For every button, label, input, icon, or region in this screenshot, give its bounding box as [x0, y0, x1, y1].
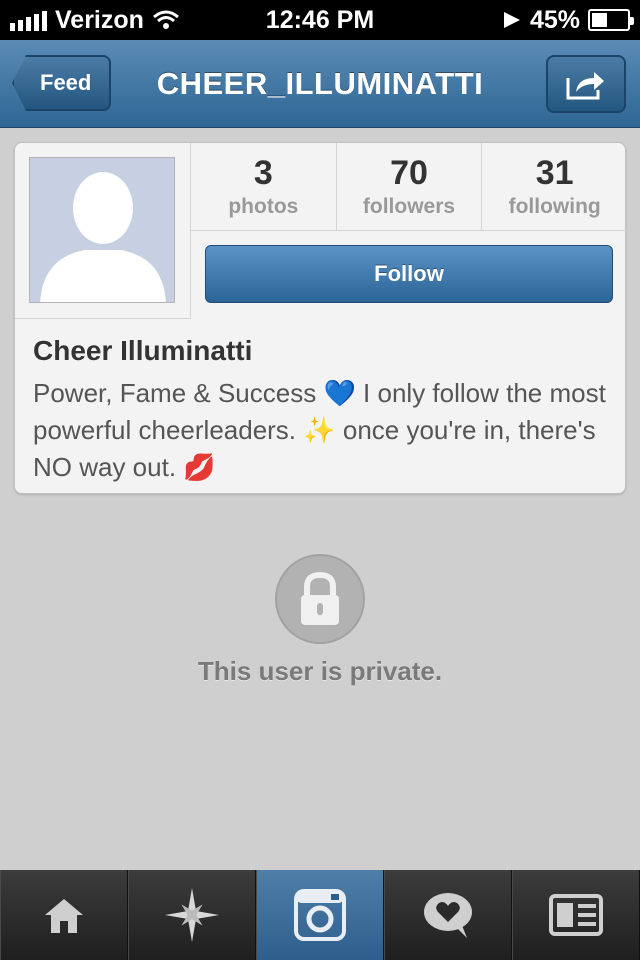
avatar — [29, 157, 175, 303]
heart-bubble-icon — [424, 893, 472, 938]
profile-stats: 3 photos 70 followers 31 following — [191, 143, 627, 231]
tab-news[interactable] — [384, 870, 512, 960]
signal-bars-icon — [10, 9, 47, 31]
stat-value: 31 — [535, 154, 574, 192]
stat-label: photos — [228, 195, 299, 218]
share-button[interactable] — [546, 55, 626, 113]
wifi-icon — [152, 10, 179, 29]
tab-bar — [0, 870, 640, 960]
tab-profile[interactable] — [512, 870, 640, 960]
tab-camera[interactable] — [256, 870, 384, 960]
tab-explore[interactable] — [128, 870, 256, 960]
private-message: This user is private. — [197, 656, 443, 686]
stat-value: 70 — [390, 154, 428, 192]
battery-icon — [588, 9, 634, 31]
private-lock — [275, 554, 365, 644]
battery-percent: 45% — [529, 5, 580, 34]
stat-followers[interactable]: 70 followers — [337, 143, 483, 230]
lock-icon — [301, 571, 339, 625]
home-icon — [45, 899, 83, 933]
share-icon — [566, 72, 604, 100]
bio-text: Power, Fame & Success — [33, 378, 324, 408]
tab-home[interactable] — [0, 870, 128, 960]
stat-value: 3 — [253, 154, 273, 192]
blue-heart-emoji: 💙 — [323, 379, 356, 409]
status-right: 45% — [502, 5, 634, 35]
default-avatar-icon — [40, 172, 166, 302]
profile-name: Cheer Illuminatti — [33, 335, 253, 366]
profile-bio: Power, Fame & Success 💙 I only follow th… — [33, 375, 611, 486]
explore-star-icon — [165, 888, 219, 942]
back-button[interactable]: Feed — [12, 55, 112, 111]
carrier-label: Verizon — [55, 5, 144, 34]
stat-label: following — [508, 195, 601, 218]
page-title: CHEER_ILLUMINATTI — [156, 66, 484, 101]
profile-card-icon — [549, 894, 603, 936]
navigation-bar: Feed CHEER_ILLUMINATTI — [0, 40, 640, 128]
stat-photos[interactable]: 3 photos — [191, 143, 337, 230]
sparkles-emoji: ✨ — [303, 416, 336, 446]
status-bar: Verizon 12:46 PM 45% — [0, 0, 640, 40]
camera-icon — [294, 889, 346, 941]
location-arrow-icon — [503, 12, 520, 28]
back-button-label: Feed — [40, 70, 92, 95]
stat-label: followers — [362, 195, 456, 218]
profile-card: 3 photos 70 followers 31 following Follo… — [14, 142, 627, 494]
stat-following[interactable]: 31 following — [482, 143, 627, 230]
battery-fill — [592, 13, 607, 27]
status-left: Verizon — [10, 6, 180, 35]
follow-button[interactable]: Follow — [205, 245, 613, 303]
kiss-mark-emoji: 💋 — [183, 453, 216, 483]
avatar-container — [15, 143, 191, 319]
